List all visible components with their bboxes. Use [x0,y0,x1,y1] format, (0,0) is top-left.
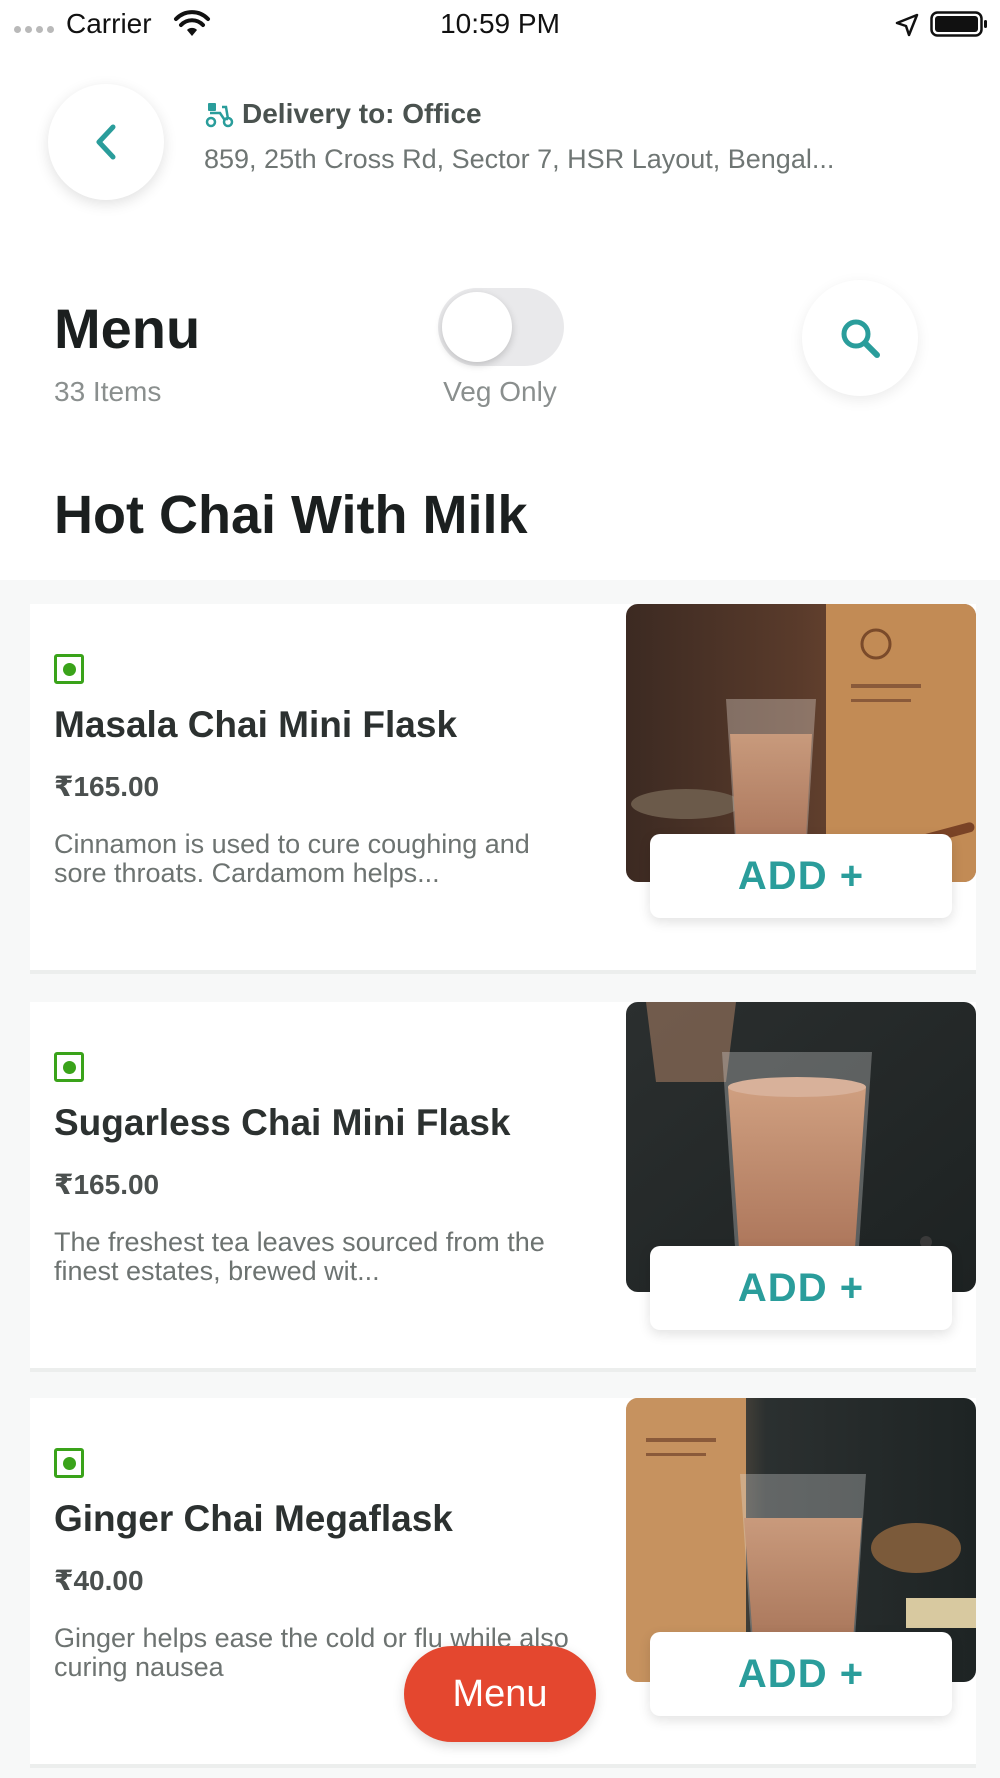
veg-indicator-icon [54,1052,84,1082]
menu-item-card[interactable]: Sugarless Chai Mini Flask ₹165.00 The fr… [30,1002,976,1372]
add-to-cart-button[interactable]: ADD + [650,834,952,918]
scooter-icon [205,103,234,128]
menu-fab-button[interactable]: Menu [404,1646,596,1742]
item-name: Sugarless Chai Mini Flask [54,1102,511,1143]
veg-indicator-icon [54,1448,84,1478]
veg-only-label: Veg Only [443,376,557,407]
veg-only-toggle[interactable] [438,288,564,366]
item-name: Ginger Chai Megaflask [54,1498,453,1539]
item-price: ₹165.00 [54,1169,160,1200]
item-price: ₹165.00 [54,771,160,802]
location-arrow-icon [895,13,919,37]
add-to-cart-button[interactable]: ADD + [650,1632,952,1716]
item-count: 33 Items [54,376,162,407]
delivery-address: 859, 25th Cross Rd, Sector 7, HSR Layout… [204,144,835,174]
item-price: ₹40.00 [54,1565,144,1596]
search-icon [841,319,880,358]
add-to-cart-button[interactable]: ADD + [650,1246,952,1330]
delivery-title: Delivery to: Office [204,98,964,130]
menu-screen: Carrier 10:59 PM Delivery to: Office 859… [0,0,1000,1778]
item-description: Cinnamon is used to cure coughing and so… [54,830,530,888]
delivery-location[interactable]: Delivery to: Office 859, 25th Cross Rd, … [204,98,964,175]
chevron-left-icon [96,124,116,160]
toggle-knob [442,292,512,362]
page-title: Menu [54,297,201,360]
veg-indicator-icon [54,654,84,684]
battery-icon [930,11,987,37]
back-button[interactable] [48,84,164,200]
clock: 10:59 PM [440,8,560,39]
status-bar: Carrier 10:59 PM [0,0,1000,48]
item-description: The freshest tea leaves sourced from the… [54,1228,545,1286]
search-button[interactable] [802,280,918,396]
item-name: Masala Chai Mini Flask [54,704,458,745]
delivery-label: Delivery to: Office [242,98,482,129]
menu-item-card[interactable]: Masala Chai Mini Flask ₹165.00 Cinnamon … [30,604,976,974]
section-title: Hot Chai With Milk [54,485,528,545]
